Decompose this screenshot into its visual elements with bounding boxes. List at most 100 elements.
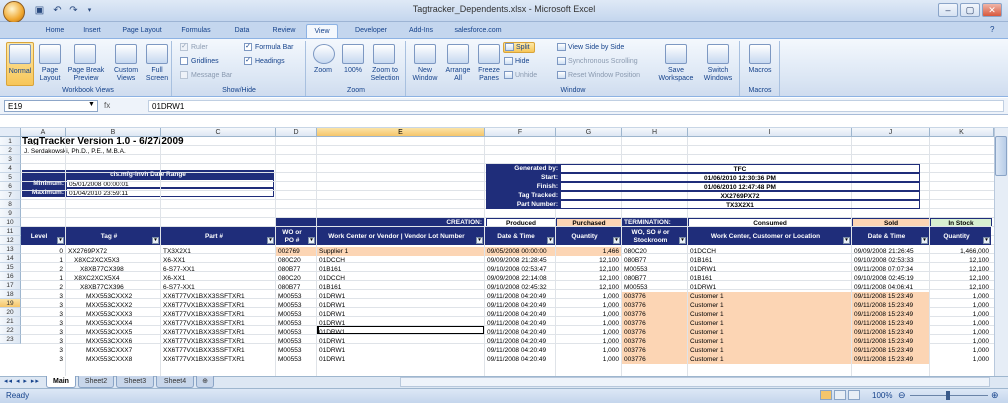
filter-dropdown-icon[interactable]: ▾ — [843, 237, 850, 244]
cell-date-time-2[interactable]: 09/11/2008 15:23:49 — [852, 355, 929, 364]
cell-quantity-2[interactable]: 1,000 — [930, 346, 991, 355]
cell-work-center[interactable]: 01DRW1 — [317, 319, 484, 328]
cell-part[interactable]: XX6T77VX1BXX3SSFTXR1 — [161, 292, 275, 301]
cell-wo-po[interactable]: M00553 — [276, 346, 316, 355]
zoom-magnifier-icon[interactable] — [313, 44, 335, 64]
view-page-layout-icon[interactable] — [834, 390, 846, 400]
cell-level[interactable]: 2 — [21, 265, 65, 274]
horizontal-scrollbar[interactable] — [400, 377, 990, 387]
cell-tag[interactable]: MXX553CXXX8 — [66, 355, 160, 364]
cell-wc-customer[interactable]: 01B161 — [688, 274, 851, 283]
cell-wo-so[interactable]: 003776 — [622, 301, 687, 310]
cell-wo-so[interactable]: 003776 — [622, 292, 687, 301]
select-all-corner[interactable] — [0, 128, 21, 137]
cell-wo-so[interactable]: 080C20 — [622, 247, 687, 256]
gridlines-checkbox[interactable]: Gridlines — [180, 57, 219, 66]
cell-quantity-2[interactable]: 1,000 — [930, 301, 991, 310]
zoom-in-icon[interactable]: ⊕ — [991, 390, 999, 400]
column-header-h[interactable]: H — [622, 128, 688, 137]
switch-windows-icon[interactable] — [707, 44, 729, 64]
cell-date-time[interactable]: 09/09/2008 22:14:08 — [485, 274, 555, 283]
row-header-6[interactable]: 6 — [0, 182, 21, 191]
cell-tag[interactable]: X8XC2XCX5X3 — [66, 256, 160, 265]
filter-dropdown-icon[interactable]: ▾ — [57, 237, 64, 244]
cell-date-time-2[interactable]: 09/09/2008 21:26:45 — [852, 247, 929, 256]
cell-date-time[interactable]: 09/11/2008 04:20:49 — [485, 292, 555, 301]
cell-date-time-2[interactable]: 09/11/2008 15:23:49 — [852, 292, 929, 301]
arrange-all-label[interactable]: Arrange All — [441, 67, 475, 83]
cell-tag[interactable]: MXX553CXXX2 — [66, 301, 160, 310]
help-icon[interactable]: ? — [990, 25, 1002, 37]
column-header-g[interactable]: G — [556, 128, 622, 137]
cell-wc-customer[interactable]: Customer 1 — [688, 292, 851, 301]
cell-work-center[interactable]: 01B161 — [317, 265, 484, 274]
cell-wc-customer[interactable]: 01DRW1 — [688, 265, 851, 274]
name-box[interactable]: E19 — [4, 100, 98, 112]
cell-part[interactable]: 6-S77-XX1 — [161, 283, 275, 292]
cell-wo-so[interactable]: 003776 — [622, 337, 687, 346]
cell-part[interactable]: XX6T77VX1BXX3SSFTXR1 — [161, 337, 275, 346]
filter-dropdown-icon[interactable]: ▾ — [267, 237, 274, 244]
cell-date-time-2[interactable]: 09/10/2008 02:53:33 — [852, 256, 929, 265]
cell-wc-customer[interactable]: Customer 1 — [688, 301, 851, 310]
row-header-8[interactable]: 8 — [0, 200, 21, 209]
zoom-to-selection-label[interactable]: Zoom to Selection — [364, 67, 406, 83]
macros-icon[interactable] — [749, 44, 771, 64]
cell-quantity[interactable]: 1,000 — [556, 355, 621, 364]
cell-tag[interactable]: MXX553CXXX7 — [66, 346, 160, 355]
row-header-4[interactable]: 4 — [0, 164, 21, 173]
insert-sheet-icon[interactable]: ⊕ — [196, 376, 214, 388]
cell-level[interactable]: 3 — [21, 301, 65, 310]
vertical-scroll-thumb[interactable] — [995, 136, 1007, 176]
sheet-nav-icon[interactable]: ◂◂ ◂ ▸ ▸▸ — [4, 377, 40, 385]
view-normal-icon[interactable] — [820, 390, 832, 400]
cell-wo-so[interactable]: M00553 — [622, 265, 687, 274]
freeze-panes-icon[interactable] — [478, 44, 500, 64]
zoom-slider-thumb[interactable] — [946, 391, 950, 400]
cell-tag[interactable]: X8XB77CX398 — [66, 265, 160, 274]
cell-tag[interactable]: MXX553CXXX5 — [66, 328, 160, 337]
cell-quantity[interactable]: 1,000 — [556, 337, 621, 346]
cell-part[interactable]: TX3X2X1 — [161, 247, 275, 256]
cell-quantity[interactable]: 1,000 — [556, 328, 621, 337]
row-header-9[interactable]: 9 — [0, 209, 21, 218]
cell-quantity[interactable]: 1,000 — [556, 319, 621, 328]
cell-level[interactable]: 3 — [21, 337, 65, 346]
tab-formulas[interactable]: Formulas — [176, 24, 216, 39]
cell-quantity-2[interactable]: 12,100 — [930, 256, 991, 265]
cell-date-time-2[interactable]: 09/11/2008 15:23:49 — [852, 337, 929, 346]
filter-dropdown-icon[interactable]: ▾ — [921, 237, 928, 244]
cell-wo-po[interactable]: M00553 — [276, 301, 316, 310]
cell-wc-customer[interactable]: Customer 1 — [688, 355, 851, 364]
cell-part[interactable]: XX6T77VX1BXX3SSFTXR1 — [161, 355, 275, 364]
cell-level[interactable]: 1 — [21, 274, 65, 283]
name-box-dropdown-icon[interactable]: ▼ — [88, 101, 95, 108]
page-break-preview-label[interactable]: Page Break Preview — [64, 67, 108, 83]
row-header-2[interactable]: 2 — [0, 146, 21, 155]
cell-wo-so[interactable]: M00553 — [622, 283, 687, 292]
row-header-13[interactable]: 13 — [0, 245, 21, 254]
formula-bar-checkbox[interactable]: ✓ Formula Bar — [244, 43, 294, 52]
filter-dropdown-icon[interactable]: ▾ — [547, 237, 554, 244]
cell-date-time[interactable]: 09/11/2008 04:20:49 — [485, 301, 555, 310]
cell-wo-so[interactable]: 080B77 — [622, 256, 687, 265]
cell-date-time-2[interactable]: 09/11/2008 15:23:49 — [852, 310, 929, 319]
cell-level[interactable]: 3 — [21, 292, 65, 301]
cell-date-time[interactable]: 09/10/2008 02:45:32 — [485, 283, 555, 292]
cell-quantity[interactable]: 12,100 — [556, 256, 621, 265]
cell-date-time[interactable]: 09/11/2008 04:20:49 — [485, 346, 555, 355]
row-header-11[interactable]: 11 — [0, 227, 21, 236]
sheet-tab-sheet3[interactable]: Sheet3 — [116, 376, 154, 388]
save-workspace-label[interactable]: Save Workspace — [656, 67, 696, 83]
cell-level[interactable]: 0 — [21, 247, 65, 256]
cell-work-center[interactable]: 01DRW1 — [317, 346, 484, 355]
cell-wo-po[interactable]: M00553 — [276, 319, 316, 328]
column-header-d[interactable]: D — [276, 128, 317, 137]
cell-wo-po[interactable]: M00553 — [276, 328, 316, 337]
custom-views-label[interactable]: Custom Views — [110, 67, 142, 83]
cell-quantity[interactable]: 12,100 — [556, 274, 621, 283]
row-header-14[interactable]: 14 — [0, 254, 21, 263]
cell-wo-so[interactable]: 003776 — [622, 328, 687, 337]
cell-level[interactable]: 3 — [21, 346, 65, 355]
cell-work-center[interactable]: 01DRW1 — [317, 355, 484, 364]
